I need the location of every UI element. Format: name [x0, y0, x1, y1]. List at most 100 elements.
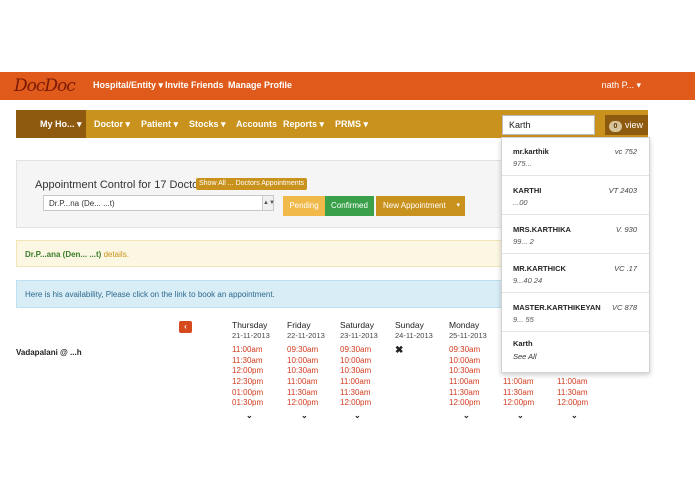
day-column: Sunday 24-11-2013 ✖	[395, 320, 445, 356]
day-date: 25-11-2013	[449, 331, 487, 340]
day-name: Friday	[287, 320, 311, 330]
day-name: Saturday	[340, 320, 375, 330]
patient-name: MR.KARTHICK	[513, 264, 566, 273]
chevron-down-icon: ▲▼	[262, 196, 275, 210]
time-slot[interactable]: 10:00am	[287, 356, 337, 367]
search-result-item[interactable]: MRS.KARTHIKA V. 930 99... 2	[502, 216, 649, 254]
nav-hospital-entity[interactable]: Hospital/Entity ▾	[93, 80, 163, 91]
patient-name: KARTHI	[513, 186, 542, 195]
time-slot[interactable]: 10:00am	[340, 356, 390, 367]
chevron-down-icon[interactable]: ⌄	[449, 411, 499, 420]
nav-invite-friends[interactable]: Invite Friends	[165, 80, 224, 90]
time-slot[interactable]: 10:30am	[449, 366, 499, 377]
time-slot[interactable]: 11:30am	[287, 388, 337, 399]
patient-id: VC 878	[611, 303, 637, 312]
time-slot[interactable]: 09:30am	[449, 345, 499, 356]
search-result-item[interactable]: MR.KARTHICK VC .17 9...40 24	[502, 255, 649, 293]
day-date: 21-11-2013	[232, 331, 270, 340]
time-slot[interactable]: 09:30am	[287, 345, 337, 356]
see-all-link[interactable]: See All	[513, 352, 537, 361]
day-date: 23-11-2013	[340, 331, 378, 340]
nav-reports[interactable]: Reports ▾	[283, 119, 324, 130]
patient-name: mr.karthik	[513, 147, 549, 156]
time-slot[interactable]: 12:00pm	[287, 398, 337, 409]
patient-phone: 975...	[513, 159, 532, 168]
previous-week-button[interactable]: ‹	[179, 321, 192, 333]
top-bar: DocDoc Hospital/Entity ▾ Invite Friends …	[0, 72, 695, 100]
time-slot[interactable]: 12:00pm	[232, 366, 282, 377]
time-slot[interactable]: 10:30am	[287, 366, 337, 377]
nav-prms[interactable]: PRMS ▾	[335, 119, 368, 130]
doctor-select[interactable]: Dr.P...na (De... ...t) ▲▼	[43, 195, 275, 211]
nav-my-hospital[interactable]: My Ho... ▾	[40, 119, 82, 130]
search-result-item[interactable]: mr.karthik vc 752 975...	[502, 138, 649, 176]
day-column: Friday 22-11-2013 09:30am 10:00am 10:30a…	[287, 320, 337, 420]
time-slot[interactable]: 11:00am	[232, 345, 282, 356]
search-result-item[interactable]: KARTHI VT 2403 ...00	[502, 177, 649, 215]
time-slot[interactable]: 11:30am	[449, 388, 499, 399]
patient-name: MRS.KARTHIKA	[513, 225, 571, 234]
doctor-details-bar: Dr.P...ana (Den... ...t) details.	[16, 240, 502, 267]
chevron-down-icon[interactable]: ⌄	[557, 411, 607, 420]
confirmed-button[interactable]: Confirmed	[325, 196, 374, 216]
time-slot[interactable]: 09:30am	[340, 345, 390, 356]
time-slot[interactable]: 12:00pm	[449, 398, 499, 409]
view-button[interactable]: 0 view	[605, 115, 648, 135]
pending-button[interactable]: Pending	[283, 196, 325, 216]
time-slot[interactable]: 10:00am	[449, 356, 499, 367]
day-column: Saturday 23-11-2013 09:30am 10:00am 10:3…	[340, 320, 390, 420]
time-slot[interactable]: 10:30am	[340, 366, 390, 377]
caret-down-icon: ▾	[456, 202, 460, 209]
time-slot[interactable]: 12:30pm	[232, 377, 282, 388]
app-logo[interactable]: DocDoc	[14, 76, 76, 96]
day-date: 22-11-2013	[287, 331, 325, 340]
time-slot[interactable]: 11:00am	[287, 377, 337, 388]
time-slot[interactable]: 12:00pm	[503, 398, 553, 409]
nav-accounts[interactable]: Accounts	[236, 119, 277, 129]
doctor-details-link[interactable]: details.	[104, 250, 129, 259]
day-column: Monday 25-11-2013 09:30am 10:00am 10:30a…	[449, 320, 499, 420]
time-slot[interactable]: 11:30am	[340, 388, 390, 399]
chevron-down-icon[interactable]: ⌄	[232, 411, 282, 420]
chevron-down-icon[interactable]: ⌄	[287, 411, 337, 420]
patient-id: vc 752	[614, 147, 637, 156]
patient-id: VT 2403	[608, 186, 637, 195]
nav-doctor[interactable]: Doctor ▾	[94, 119, 130, 130]
panel-title: Appointment Control for 17 Doctors	[35, 179, 208, 191]
search-result-item[interactable]: MASTER.KARTHIKEYAN VC 878 9... 55	[502, 294, 649, 332]
day-column: Thursday 21-11-2013 11:00am 11:30am 12:0…	[232, 320, 282, 420]
patient-search-input[interactable]: Karth	[502, 115, 595, 135]
closed-x-icon: ✖	[395, 345, 404, 356]
new-appointment-button[interactable]: New Appointment ▾	[376, 196, 465, 216]
time-slot[interactable]: 12:00pm	[557, 398, 607, 409]
show-all-appointments-button[interactable]: Show All ... Doctors Appointments	[196, 178, 308, 190]
time-slot[interactable]: 11:30am	[557, 388, 607, 399]
nav-patient[interactable]: Patient ▾	[141, 119, 178, 130]
day-date: 24-11-2013	[395, 331, 433, 340]
time-slot[interactable]: 12:00pm	[340, 398, 390, 409]
doctor-name-link[interactable]: Dr.P...ana (Den... ...t)	[25, 250, 101, 259]
nav-manage-profile[interactable]: Manage Profile	[228, 80, 292, 90]
patient-phone: 9... 55	[513, 315, 534, 324]
user-menu[interactable]: nath P... ▾	[602, 80, 641, 91]
time-slot[interactable]: 11:30am	[503, 388, 553, 399]
availability-message: Here is his availability, Please click o…	[16, 280, 502, 308]
chevron-down-icon[interactable]: ⌄	[340, 411, 390, 420]
patient-search-dropdown: mr.karthik vc 752 975... KARTHI VT 2403 …	[501, 137, 650, 373]
time-slot[interactable]: 11:30am	[232, 356, 282, 367]
chevron-down-icon[interactable]: ⌄	[503, 411, 553, 420]
time-slot[interactable]: 11:00am	[557, 377, 607, 388]
nav-stocks[interactable]: Stocks ▾	[189, 119, 226, 130]
patient-phone: ...00	[513, 198, 528, 207]
time-slot[interactable]: 11:00am	[449, 377, 499, 388]
time-slot[interactable]: 11:00am	[503, 377, 553, 388]
patient-name: MASTER.KARTHIKEYAN	[513, 303, 601, 312]
appointment-control-panel	[16, 160, 502, 228]
view-count-badge: 0	[609, 121, 622, 132]
see-all-results[interactable]: Karth See All	[502, 333, 649, 371]
time-slot[interactable]: 11:00am	[340, 377, 390, 388]
search-query: Karth	[513, 339, 533, 348]
time-slot[interactable]: 01:00pm	[232, 388, 282, 399]
clinic-location: Vadapalani @ ...h	[16, 348, 82, 357]
time-slot[interactable]: 01:30pm	[232, 398, 282, 409]
